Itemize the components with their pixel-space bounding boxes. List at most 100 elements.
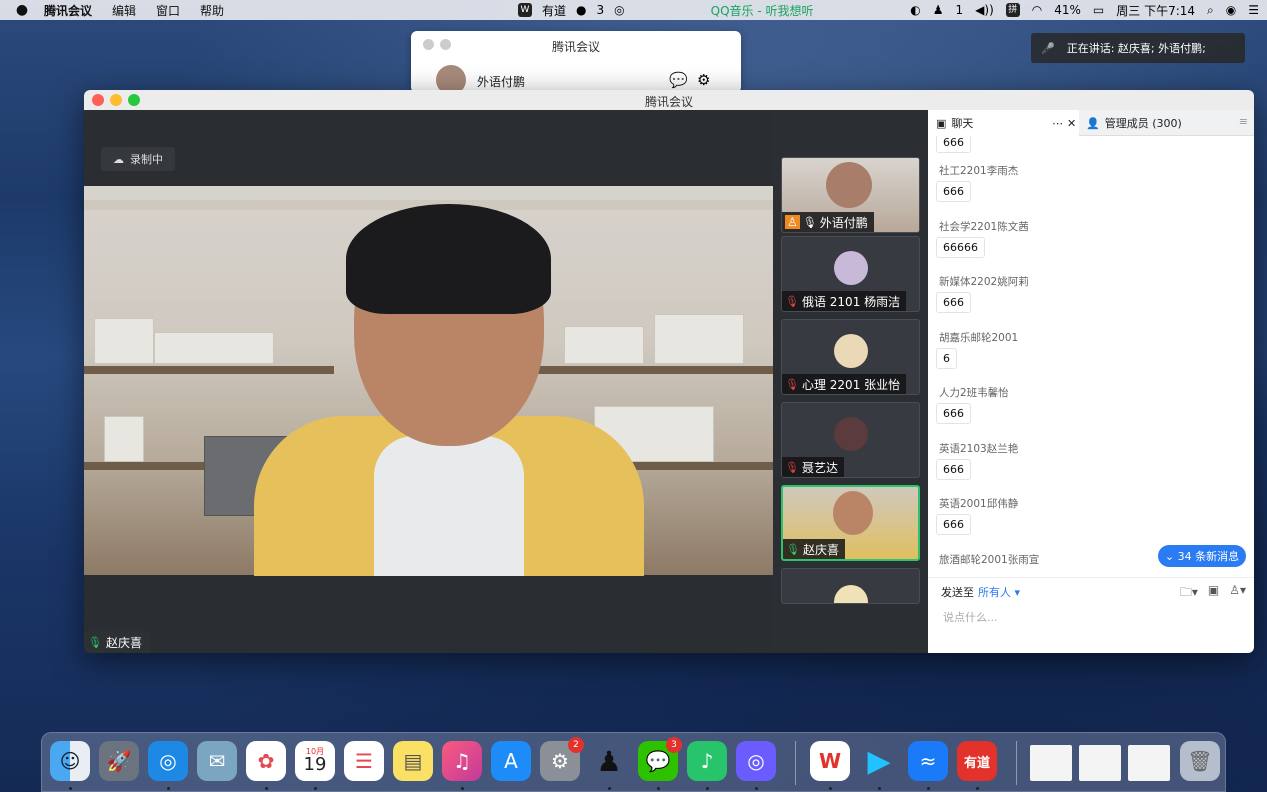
tab-chat-label: 聊天	[951, 117, 974, 130]
wechat-status-icon[interactable]: ●	[576, 3, 586, 17]
qq-music-status[interactable]: QQ音乐 - 听我想听	[711, 2, 814, 19]
trash-icon[interactable]: 🗑	[1180, 741, 1220, 781]
message-sender: 英语2103赵兰艳	[939, 442, 1019, 455]
app-store-icon[interactable]: A	[491, 741, 531, 781]
running-indicator	[69, 787, 72, 790]
globe-icon[interactable]: ◐	[910, 3, 920, 17]
chat-panel: ▣ 聊天 ⋯ ✕ 👤 管理成员 (300) ≡ 666 社工2201李雨杰 666…	[928, 110, 1254, 653]
send-to: 发送至 所有人 ▾	[941, 584, 1020, 600]
participant-tile[interactable]: 🎙 俄语 2101 杨雨洁	[781, 236, 920, 312]
window-thumbnail-icon[interactable]	[1128, 745, 1170, 781]
music-icon[interactable]: ♫	[442, 741, 482, 781]
participant-tile[interactable]: 🎙 心理 2201 张业怡	[781, 319, 920, 395]
window-thumbnail-icon[interactable]	[1079, 745, 1121, 781]
chat-tabs: ▣ 聊天 ⋯ ✕ 👤 管理成员 (300) ≡	[928, 110, 1254, 136]
battery-icon[interactable]: ▭	[1093, 3, 1104, 17]
participant-tile[interactable]: 🎙 聂艺达	[781, 402, 920, 478]
send-to-label: 发送至	[941, 586, 974, 599]
menu-window[interactable]: 窗口	[156, 2, 180, 19]
input-method-icon[interactable]: 拼	[1005, 3, 1020, 17]
video-player-icon[interactable]: ▶	[859, 741, 899, 781]
person-icon[interactable]: ♙▾	[1229, 583, 1246, 604]
avatar	[833, 491, 873, 535]
finder-icon[interactable]: ☺	[50, 741, 90, 781]
message-text: 666	[936, 514, 971, 535]
volume-icon[interactable]: ◀))	[975, 3, 994, 17]
participant-name: 赵庆喜	[802, 542, 839, 557]
new-messages-button[interactable]: ⌄ 34 条新消息	[1158, 545, 1246, 567]
meeting-status-icon[interactable]: ◎	[614, 3, 624, 17]
folder-icon[interactable]: 🗀▾	[1180, 583, 1198, 604]
running-indicator	[927, 787, 930, 790]
participant-tile[interactable]	[781, 568, 920, 604]
tab-chat[interactable]: ▣ 聊天 ⋯ ✕	[928, 110, 1079, 136]
siri-icon[interactable]: ◉	[1226, 3, 1236, 17]
participant-strip: ♙ 🎙 外语付鹏 🎙 俄语 2101 杨雨洁 🎙 心理 2201 张业怡 🎙 聂艺达 🎙 赵…	[773, 110, 928, 653]
participant-tile[interactable]: ♙ 🎙 外语付鹏	[781, 157, 920, 233]
microphone-icon: 🎙	[88, 635, 102, 649]
mini-window-user: 外语付鹏	[477, 75, 526, 89]
clock[interactable]: 周三 下午7:14	[1116, 2, 1195, 19]
apple-menu-icon[interactable]: ●	[0, 2, 44, 18]
message-text: 666	[936, 292, 971, 313]
recording-indicator[interactable]: ☁ 录制中	[101, 147, 175, 171]
safari-icon[interactable]: ◎	[148, 741, 188, 781]
mail-bird-icon[interactable]: ✉	[197, 741, 237, 781]
youdao-icon[interactable]: 有道	[957, 741, 997, 781]
main-video[interactable]: ☁ 录制中 🎙 赵庆喜	[84, 110, 773, 653]
photos-icon[interactable]: ✿	[246, 741, 286, 781]
notification-center-icon[interactable]: ☰	[1248, 3, 1259, 17]
compose-tools: 🗀▾ ▣ ♙▾	[1180, 583, 1246, 604]
message-sender: 旅酒邮轮2001张雨宣	[939, 553, 1040, 566]
new-messages-label: 34 条新消息	[1177, 550, 1240, 563]
youdao-status[interactable]: 有道	[542, 2, 566, 19]
reminders-icon[interactable]: ☰	[344, 741, 384, 781]
close-icon[interactable]: ✕	[1067, 117, 1076, 130]
calendar-icon[interactable]: 10月 19	[295, 741, 335, 781]
chat-message: 胡嘉乐邮轮2001 6	[928, 326, 1254, 382]
menu-app-name[interactable]: 腾讯会议	[44, 2, 92, 19]
chat-messages[interactable]: 666 社工2201李雨杰 666 社会学2201陈文茜 66666 新媒体2202…	[928, 136, 1254, 576]
participant-name: 聂艺达	[801, 460, 838, 475]
tab-members[interactable]: 👤 管理成员 (300)	[1086, 110, 1182, 136]
message-sender: 社工2201李雨杰	[939, 165, 1019, 177]
muted-microphone-icon: 🎙	[785, 460, 799, 474]
window-thumbnail-icon[interactable]	[1030, 745, 1072, 781]
launchpad-icon[interactable]: 🚀	[99, 741, 139, 781]
system-preferences-icon[interactable]: ⚙ 2	[540, 737, 584, 781]
qq-icon[interactable]: ♟	[589, 741, 629, 781]
menu-edit[interactable]: 编辑	[112, 2, 136, 19]
tencent-meeting-icon[interactable]: ◎	[736, 741, 776, 781]
gear-icon[interactable]: ⚙	[697, 71, 710, 89]
menu-icon[interactable]: ≡	[1239, 115, 1248, 128]
wps-icon[interactable]: W	[518, 3, 532, 17]
main-speaker-name: 赵庆喜	[105, 635, 142, 650]
spotlight-search-icon[interactable]: ⌕	[1207, 3, 1214, 18]
cloud-record-icon: ☁	[113, 152, 124, 166]
message-input[interactable]: 说点什么...	[943, 609, 998, 625]
calendar-day: 19	[303, 754, 327, 775]
message-text: 666	[936, 403, 971, 424]
chat-bubble-icon[interactable]: 💬	[669, 71, 688, 89]
message-text: 66666	[936, 236, 985, 258]
recording-label: 录制中	[130, 153, 163, 166]
running-indicator	[829, 787, 832, 790]
wps-icon[interactable]: W	[810, 741, 850, 781]
menu-help[interactable]: 帮助	[200, 2, 224, 19]
wechat-icon[interactable]: 💬 3	[638, 737, 682, 781]
participant-tile-active[interactable]: 🎙 赵庆喜	[781, 485, 920, 561]
running-indicator	[314, 787, 317, 790]
message-sender: 人力2班韦馨怡	[939, 387, 1009, 399]
notes-icon[interactable]: ▤	[393, 741, 433, 781]
send-target-dropdown[interactable]: 所有人 ▾	[978, 586, 1020, 599]
chat-message: 新媒体2202姚阿莉 666	[928, 270, 1254, 326]
muted-microphone-icon: 🎙	[785, 294, 799, 308]
more-icon[interactable]: ⋯	[1052, 117, 1063, 130]
feishu-icon[interactable]: ≈	[908, 741, 948, 781]
avatar	[834, 417, 868, 451]
wifi-icon[interactable]: ◠	[1032, 3, 1042, 17]
screenshot-icon[interactable]: ▣	[1208, 583, 1219, 604]
qq-status-icon[interactable]: ♟	[933, 3, 944, 17]
qq-music-icon[interactable]: ♪	[687, 741, 727, 781]
muted-microphone-icon: 🎙	[785, 377, 799, 391]
